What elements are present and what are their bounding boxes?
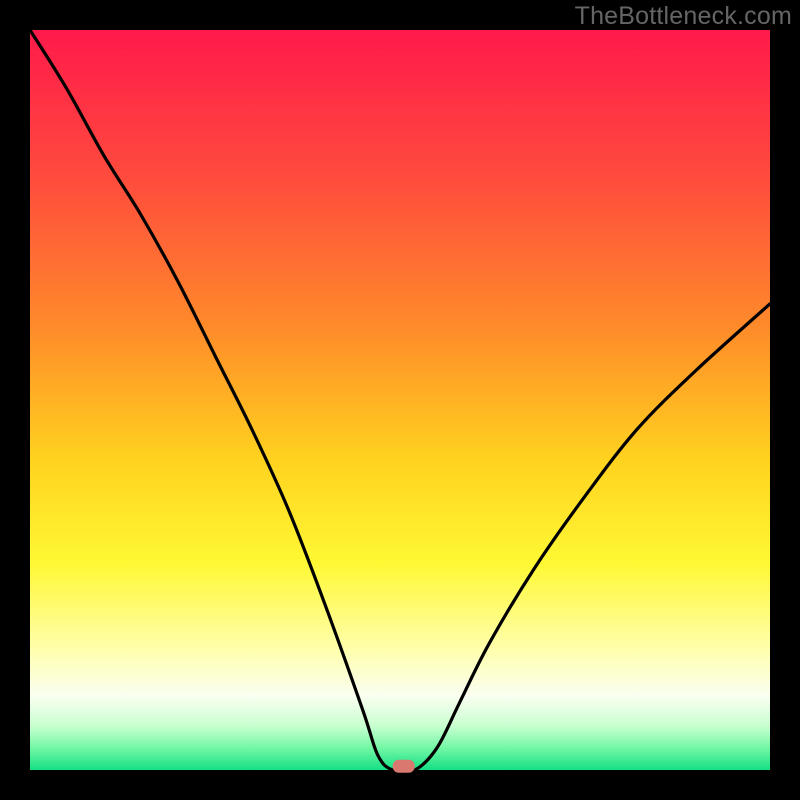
plot-background (30, 30, 770, 770)
bottleneck-chart: TheBottleneck.com (0, 0, 800, 800)
watermark-text: TheBottleneck.com (575, 2, 792, 31)
chart-svg (0, 0, 800, 800)
minimum-marker (393, 760, 415, 773)
